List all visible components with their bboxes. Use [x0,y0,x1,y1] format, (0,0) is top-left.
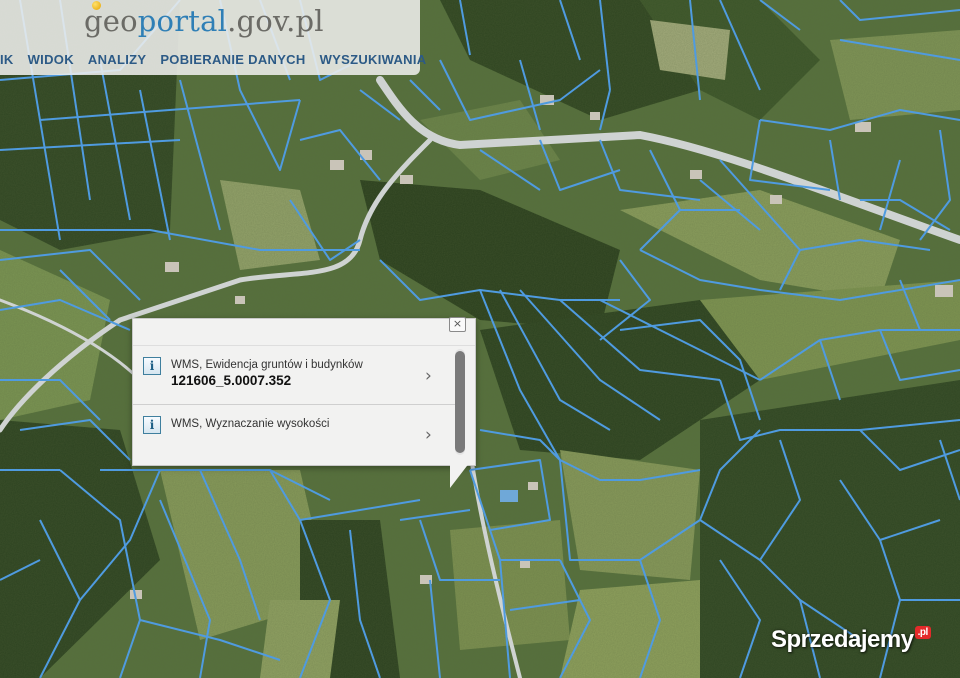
logo-prefix: geo [84,4,138,38]
popup-item-ewidencja[interactable]: i WMS, Ewidencja gruntów i budynków 1216… [133,346,455,405]
popup-header [133,319,475,346]
feature-info-popup: × i WMS, Ewidencja gruntów i budynków 12… [132,317,476,466]
scrollbar-thumb[interactable] [455,351,465,453]
info-icon: i [143,416,161,434]
popup-pointer [450,462,470,488]
popup-item-title: WMS, Wyznaczanie wysokości [171,418,330,430]
menu-item-pobieranie-danych[interactable]: POBIERANIE DANYCH [153,51,312,71]
close-icon[interactable]: × [449,317,466,332]
logo-main: portal [137,4,228,38]
menu-item-analizy[interactable]: ANALIZY [81,51,153,71]
watermark-text: Sprzedajemy [771,626,914,653]
menu-item-widok[interactable]: WIDOK [21,51,81,71]
geoportal-logo[interactable]: geoportal.gov.pl [84,4,324,38]
menu-item-wyszukiwania[interactable]: WYSZUKIWANIA [313,51,434,71]
chevron-right-icon[interactable]: › [425,425,432,445]
popup-item-wysokosc[interactable]: i WMS, Wyznaczanie wysokości › [133,405,455,463]
menu-item-ik[interactable]: IK [0,51,21,71]
chevron-right-icon[interactable]: › [425,366,432,386]
sprzedajemy-watermark: Sprzedajemy .pl [771,626,931,654]
popup-item-title: WMS, Ewidencja gruntów i budynków [171,359,363,371]
main-menu: IK WIDOK ANALIZY POBIERANIE DANYCH WYSZU… [0,51,433,71]
popup-scrollbar[interactable] [455,349,465,455]
watermark-badge: .pl [914,626,931,639]
logo-suffix: .gov.pl [227,4,324,38]
app-header: geoportal.gov.pl IK WIDOK ANALIZY POBIER… [0,0,426,75]
info-icon: i [143,357,161,375]
parcel-id: 121606_5.0007.352 [171,373,292,388]
